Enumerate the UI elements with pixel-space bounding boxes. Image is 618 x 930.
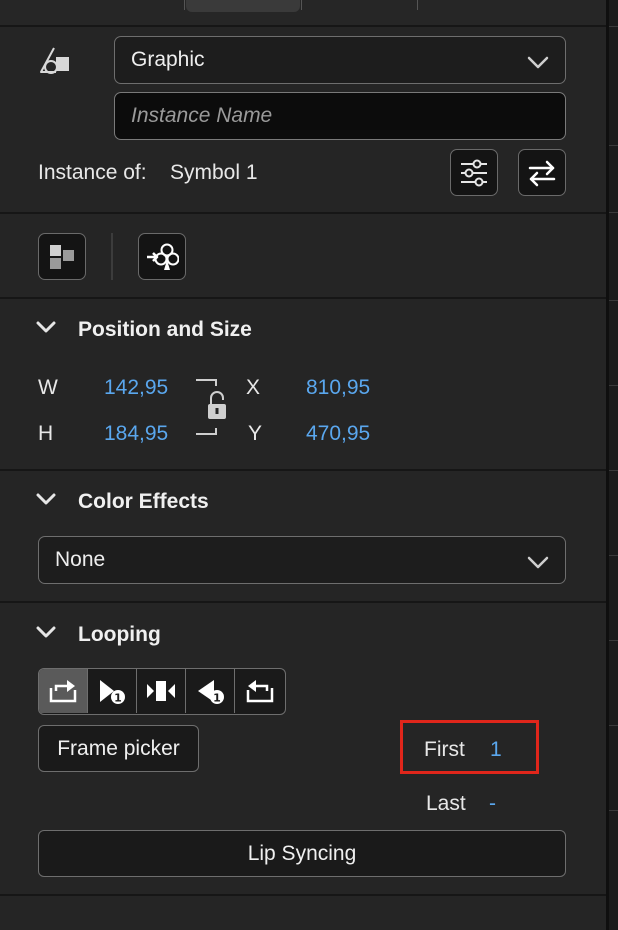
instance-name-placeholder: Instance Name <box>131 104 273 127</box>
loop-mode-segmented-control: 1 1 <box>38 668 286 715</box>
collapse-caret-icon[interactable] <box>36 626 56 645</box>
loop-mode-single-frame[interactable] <box>137 669 186 713</box>
height-value[interactable]: 184,95 <box>104 422 168 446</box>
break-apart-button[interactable] <box>38 233 86 280</box>
x-value[interactable]: 810,95 <box>306 376 370 400</box>
chevron-down-icon <box>527 552 549 576</box>
instance-name-input[interactable]: Instance Name <box>114 92 566 140</box>
edit-symbol-properties-button[interactable] <box>450 149 498 196</box>
chevron-down-icon <box>527 52 549 76</box>
shapes-icon <box>38 45 72 79</box>
panel-tab-strip <box>0 0 606 26</box>
frame-picker-button[interactable]: Frame picker <box>38 725 199 772</box>
loop-mode-loop-reverse[interactable] <box>235 669 284 713</box>
symbol-name: Symbol 1 <box>170 161 258 184</box>
divider <box>0 469 606 471</box>
lip-syncing-label: Lip Syncing <box>247 841 357 865</box>
play-once-icon: 1 <box>100 680 125 705</box>
last-frame-value[interactable]: - <box>489 792 496 816</box>
instance-type-value: Graphic <box>131 48 205 71</box>
color-effects-title: Color Effects <box>78 490 209 513</box>
collapse-caret-icon[interactable] <box>36 321 56 340</box>
tab-divider <box>184 0 185 10</box>
divider <box>0 25 606 27</box>
color-effect-value: None <box>55 548 106 571</box>
svg-text:1: 1 <box>213 692 221 705</box>
position-size-title: Position and Size <box>78 318 252 341</box>
height-label: H <box>38 422 54 445</box>
tab-divider <box>301 0 302 10</box>
lip-syncing-button[interactable]: Lip Syncing <box>38 830 566 877</box>
tab-divider <box>417 0 418 10</box>
sliders-icon <box>461 159 487 186</box>
looping-title: Looping <box>78 623 161 646</box>
instance-of-label: Instance of: <box>38 161 147 184</box>
single-frame-icon <box>147 681 175 701</box>
toolbar-separator <box>111 233 113 280</box>
frame-picker-label: Frame picker <box>57 736 180 760</box>
panel-scroll-edge <box>606 0 618 930</box>
convert-to-symbol-button[interactable] <box>138 233 186 280</box>
club-symbol-icon <box>147 243 179 270</box>
loop-mode-play-once-reverse[interactable]: 1 <box>186 669 235 713</box>
divider <box>0 297 606 299</box>
divider <box>0 212 606 214</box>
loop-mode-loop[interactable] <box>39 669 88 713</box>
play-once-reverse-icon: 1 <box>198 680 224 705</box>
color-effect-dropdown[interactable]: None <box>38 536 566 584</box>
swap-symbol-button[interactable] <box>518 149 566 196</box>
highlight-box <box>400 720 539 774</box>
collapse-caret-icon[interactable] <box>36 493 56 512</box>
divider <box>0 601 606 603</box>
y-label: Y <box>248 422 263 445</box>
loop-mode-play-once[interactable]: 1 <box>88 669 137 713</box>
divider <box>0 894 606 896</box>
lock-proportions-icon[interactable] <box>194 378 230 438</box>
width-label: W <box>38 376 58 399</box>
y-value[interactable]: 470,95 <box>306 422 370 446</box>
loop-icon <box>49 680 77 703</box>
instance-type-dropdown[interactable]: Graphic <box>114 36 566 84</box>
svg-text:1: 1 <box>114 692 122 705</box>
width-value[interactable]: 142,95 <box>104 376 168 400</box>
break-apart-icon <box>50 244 74 269</box>
swap-arrows-icon <box>528 160 556 186</box>
panel-tab-active[interactable] <box>186 0 300 12</box>
x-label: X <box>246 376 261 399</box>
loop-reverse-icon <box>246 680 273 703</box>
last-frame-label: Last <box>426 792 466 815</box>
